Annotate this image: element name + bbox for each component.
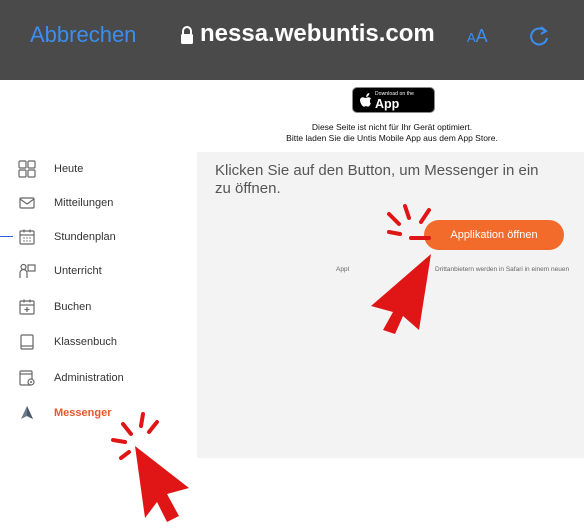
calendar-plus-icon bbox=[19, 299, 35, 315]
sidebar-item-label: Unterricht bbox=[54, 265, 102, 277]
sidebar: Heute Mitteilungen Stundenplan Unterrich… bbox=[0, 152, 197, 458]
browser-toolbar: Abbrechen nessa.webuntis.com AA bbox=[0, 0, 584, 80]
teacher-icon bbox=[19, 263, 36, 278]
app-store-banner: Download on the App Store Diese Seite is… bbox=[0, 80, 584, 152]
sidebar-item-klassenbuch[interactable]: Klassenbuch bbox=[0, 327, 197, 361]
calendar-icon bbox=[19, 229, 35, 245]
app-store-big-text: App Store bbox=[375, 97, 407, 125]
sidebar-item-mitteilungen[interactable]: Mitteilungen bbox=[0, 188, 197, 222]
app-store-button[interactable]: Download on the App Store bbox=[352, 87, 435, 125]
sidebar-item-label: Buchen bbox=[54, 301, 92, 313]
book-icon bbox=[20, 334, 34, 350]
messenger-icon bbox=[21, 406, 33, 419]
settings-doc-icon bbox=[19, 370, 35, 386]
reload-icon[interactable] bbox=[528, 24, 550, 48]
page-heading: Klicken Sie auf den Button, um Messenger… bbox=[215, 162, 539, 197]
cancel-button[interactable]: Abbrechen bbox=[30, 22, 136, 48]
sidebar-item-label: Mitteilungen bbox=[54, 197, 114, 209]
address-bar-url[interactable]: nessa.webuntis.com bbox=[200, 20, 435, 48]
sidebar-item-label: Klassenbuch bbox=[54, 336, 117, 348]
apple-icon bbox=[360, 93, 371, 107]
sidebar-item-label: Heute bbox=[54, 163, 84, 175]
sidebar-item-label: Stundenplan bbox=[54, 231, 116, 243]
sidebar-item-label: Messenger bbox=[54, 407, 112, 419]
sidebar-item-administration[interactable]: Administration bbox=[0, 363, 197, 397]
third-party-note: Appl Drittanbietern werden in Safari in e… bbox=[336, 266, 570, 273]
mail-icon bbox=[19, 197, 35, 209]
sidebar-item-messenger[interactable]: Messenger bbox=[0, 398, 197, 432]
banner-message-line1: Diese Seite ist nicht für Ihr Gerät opti… bbox=[311, 122, 473, 132]
banner-message-line2: Bitte laden Sie die Untis Mobile App aus… bbox=[286, 133, 498, 143]
lock-icon bbox=[181, 26, 193, 44]
sidebar-item-stundenplan[interactable]: Stundenplan bbox=[0, 222, 197, 256]
open-application-button[interactable]: Applikation öffnen bbox=[424, 220, 564, 250]
text-size-button[interactable]: AA bbox=[467, 26, 488, 47]
sidebar-item-heute[interactable]: Heute bbox=[0, 154, 197, 188]
sidebar-item-unterricht[interactable]: Unterricht bbox=[0, 256, 197, 290]
main-content: Klicken Sie auf den Button, um Messenger… bbox=[197, 152, 584, 458]
sidebar-item-label: Administration bbox=[54, 372, 124, 384]
dashboard-icon bbox=[18, 160, 36, 178]
page-footer-space bbox=[0, 458, 584, 531]
sidebar-item-buchen[interactable]: Buchen bbox=[0, 292, 197, 326]
